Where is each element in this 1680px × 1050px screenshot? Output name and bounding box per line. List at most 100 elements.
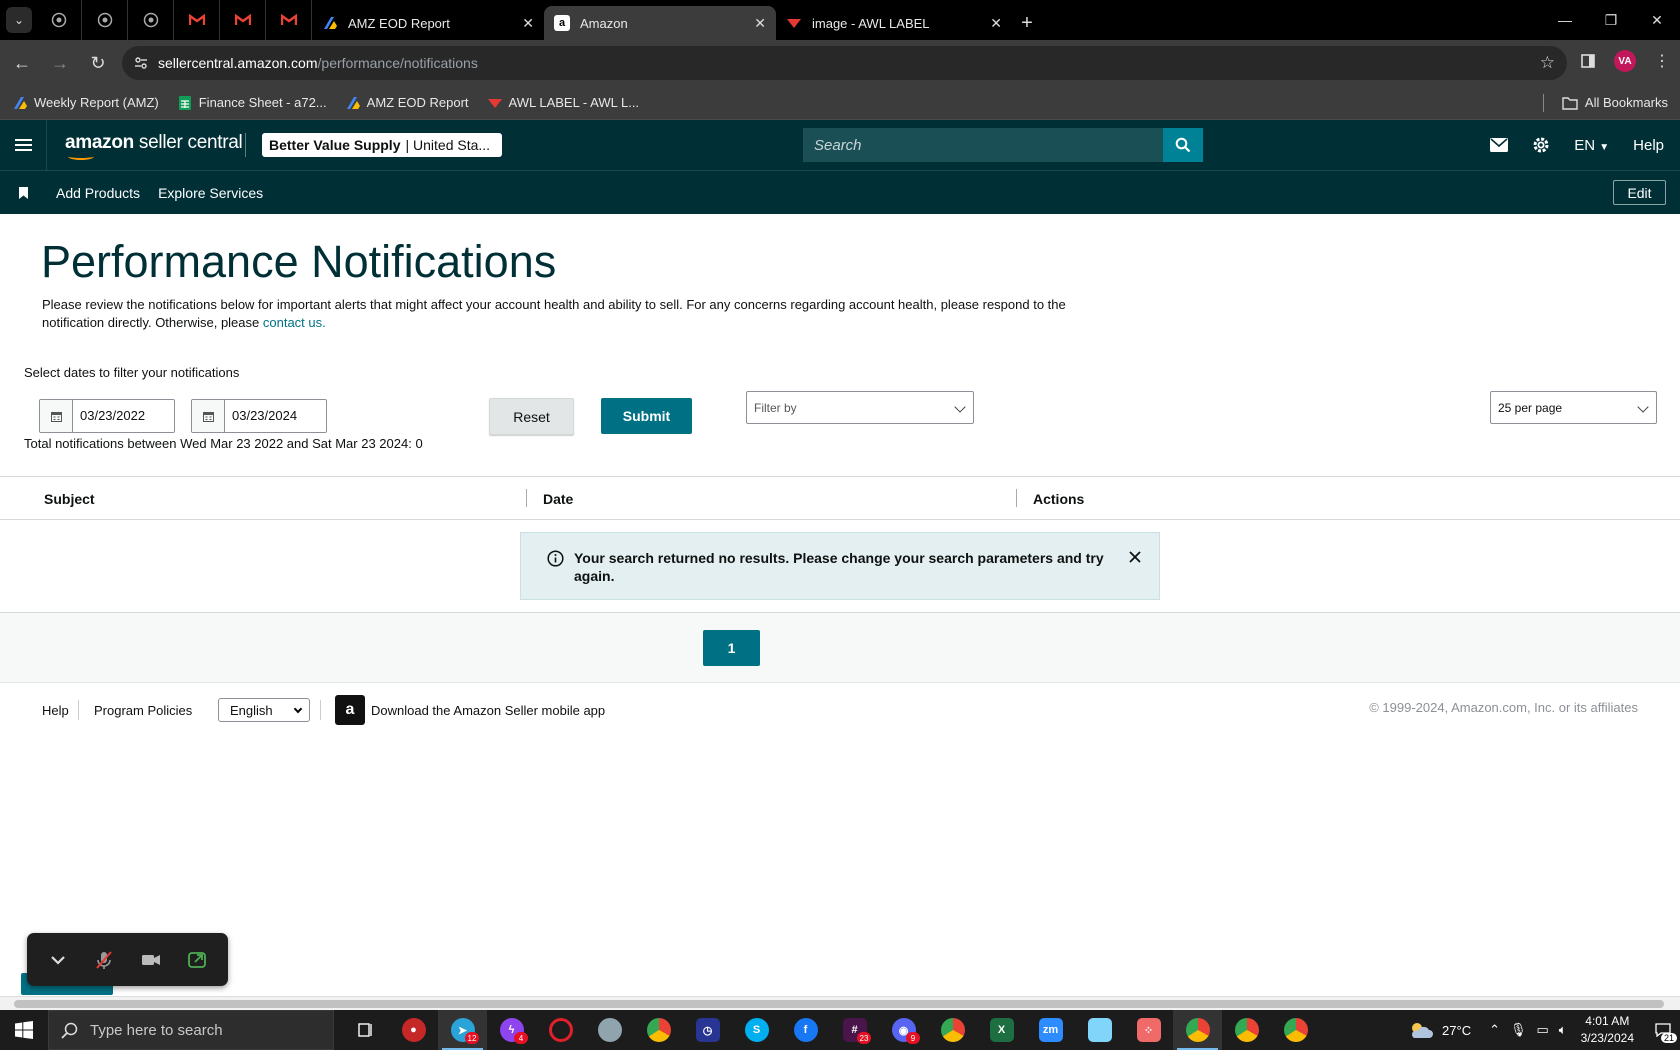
search-button[interactable]: [1163, 128, 1203, 162]
mail-icon[interactable]: [1490, 138, 1509, 152]
taskbar-app-chrome-active[interactable]: [1173, 1010, 1222, 1050]
taskbar-app-facebook[interactable]: f: [781, 1010, 830, 1050]
taskbar-app-excel[interactable]: X: [977, 1010, 1026, 1050]
bookmark-icon[interactable]: [19, 186, 28, 199]
taskbar-app-pinned[interactable]: [585, 1010, 634, 1050]
notification-center-icon[interactable]: 21: [1646, 1010, 1680, 1050]
page-button-current[interactable]: 1: [703, 630, 760, 666]
tab-pinned-2[interactable]: [82, 0, 128, 40]
mic-muted-icon[interactable]: [93, 949, 115, 971]
taskbar-app-zoom[interactable]: zm: [1026, 1010, 1075, 1050]
side-panel-icon[interactable]: [1580, 53, 1596, 69]
taskbar-app-messenger[interactable]: ϟ4: [487, 1010, 536, 1050]
gear-icon[interactable]: [1532, 136, 1550, 154]
taskbar-app-discord[interactable]: ◉ 9: [879, 1010, 928, 1050]
calendar-icon[interactable]: [192, 400, 225, 432]
profile-avatar[interactable]: VA: [1614, 50, 1636, 72]
footer-program-policies-link[interactable]: Program Policies: [94, 703, 192, 718]
nav-explore-services[interactable]: Explore Services: [158, 185, 263, 201]
window-close-icon[interactable]: ✕: [1634, 0, 1680, 40]
scrollbar-thumb[interactable]: [14, 1000, 1664, 1008]
start-date-picker[interactable]: 03/23/2022: [39, 399, 175, 433]
taskbar-app-telegram[interactable]: ➤ 12: [438, 1010, 487, 1050]
kebab-menu-icon[interactable]: ⋮: [1654, 51, 1670, 71]
amazon-app-icon[interactable]: a: [335, 695, 365, 725]
windows-start-icon[interactable]: [0, 1010, 48, 1050]
search-input[interactable]: [803, 128, 1163, 162]
taskbar-app-chrome-3[interactable]: [1271, 1010, 1320, 1050]
taskbar-app-slack[interactable]: #23: [830, 1010, 879, 1050]
calendar-icon[interactable]: [40, 400, 73, 432]
close-icon[interactable]: [1127, 549, 1143, 565]
taskbar-app-chrome[interactable]: [634, 1010, 683, 1050]
taskbar-task-view[interactable]: [340, 1010, 389, 1050]
weather-widget[interactable]: 27°C: [1408, 1020, 1471, 1040]
account-switcher[interactable]: Better Value Supply | United Sta...: [262, 133, 502, 157]
filter-by-dropdown[interactable]: Filter by: [746, 391, 974, 424]
edit-nav-button[interactable]: Edit: [1613, 180, 1666, 205]
column-date[interactable]: Date: [543, 491, 573, 507]
help-link[interactable]: Help: [1633, 137, 1664, 154]
bookmark-star-icon[interactable]: ☆: [1540, 53, 1555, 73]
seller-central-logo[interactable]: amazon seller central: [65, 132, 243, 154]
search-icon: [1175, 137, 1191, 153]
end-date-picker[interactable]: 03/23/2024: [191, 399, 327, 433]
reset-button[interactable]: Reset: [489, 398, 574, 435]
microphone-icon[interactable]: 🎙︎: [1510, 1022, 1527, 1038]
back-icon[interactable]: ←: [6, 47, 38, 79]
chevron-up-icon[interactable]: ⌃: [1489, 1022, 1500, 1038]
tab-amazon[interactable]: a Amazon ✕: [544, 6, 776, 40]
footer-help-link[interactable]: Help: [42, 703, 69, 718]
reload-icon[interactable]: ↻: [82, 47, 114, 79]
taskbar-app-notes[interactable]: [1075, 1010, 1124, 1050]
forward-icon[interactable]: →: [44, 47, 76, 79]
tab-pinned-3[interactable]: [128, 0, 174, 40]
volume-icon[interactable]: 🔈︎: [1559, 1022, 1567, 1038]
taskbar-app-asana[interactable]: ⁘: [1124, 1010, 1173, 1050]
share-screen-icon[interactable]: [186, 949, 208, 971]
close-icon[interactable]: ✕: [522, 15, 534, 32]
bookmark-finance-sheet[interactable]: Finance Sheet - a72...: [177, 95, 327, 111]
contact-us-link[interactable]: contact us.: [263, 315, 326, 330]
address-bar[interactable]: sellercentral.amazon.com/performance/not…: [122, 46, 1567, 80]
taskbar-app-chrome-profile[interactable]: [928, 1010, 977, 1050]
taskbar-app-recorder[interactable]: ●: [389, 1010, 438, 1050]
taskbar-app-chrome-2[interactable]: [1222, 1010, 1271, 1050]
mobile-app-link[interactable]: Download the Amazon Seller mobile app: [371, 703, 605, 718]
tab-search-button[interactable]: ⌄: [6, 7, 32, 33]
language-selector[interactable]: EN ▼: [1574, 137, 1609, 154]
submit-button[interactable]: Submit: [601, 398, 692, 434]
taskbar-app-clock[interactable]: ◷: [683, 1010, 732, 1050]
hamburger-menu-icon[interactable]: [0, 120, 47, 170]
tab-awl-label[interactable]: image - AWL LABEL ✕: [776, 6, 1012, 40]
minimize-icon[interactable]: —: [1542, 0, 1588, 40]
taskbar-app-opera[interactable]: [536, 1010, 585, 1050]
taskbar-search-box[interactable]: Type here to search: [48, 1010, 334, 1050]
bookmark-amz-eod-report[interactable]: AMZ EOD Report: [345, 95, 469, 111]
taskbar-app-skype[interactable]: S: [732, 1010, 781, 1050]
bookmark-weekly-report[interactable]: Weekly Report (AMZ): [12, 95, 159, 111]
close-icon[interactable]: ✕: [990, 15, 1002, 32]
network-icon[interactable]: ▭: [1537, 1022, 1549, 1038]
bookmark-awl-label[interactable]: AWL LABEL - AWL L...: [487, 95, 639, 111]
close-icon[interactable]: ✕: [754, 15, 766, 32]
tab-gmail-1[interactable]: [174, 0, 220, 40]
tab-pinned-1[interactable]: [36, 0, 82, 40]
chevron-down-icon[interactable]: [47, 949, 69, 971]
footer-language-select[interactable]: English: [218, 698, 310, 722]
tab-gmail-2[interactable]: [220, 0, 266, 40]
camera-icon[interactable]: [140, 949, 162, 971]
tab-amz-eod-report[interactable]: AMZ EOD Report ✕: [312, 6, 544, 40]
column-subject[interactable]: Subject: [44, 491, 95, 507]
tray-icons: ⌃ 🎙︎ ▭ 🔈︎: [1489, 1022, 1567, 1038]
all-bookmarks-button[interactable]: All Bookmarks: [1562, 95, 1668, 110]
new-tab-button[interactable]: +: [1012, 6, 1042, 40]
restore-icon[interactable]: ❐: [1588, 0, 1634, 40]
site-settings-icon[interactable]: [134, 56, 148, 70]
nav-add-products[interactable]: Add Products: [56, 185, 140, 201]
tab-gmail-3[interactable]: [266, 0, 312, 40]
horizontal-scrollbar[interactable]: [0, 996, 1680, 1010]
per-page-dropdown[interactable]: 25 per page: [1490, 391, 1657, 424]
start-date-value: 03/23/2022: [80, 408, 146, 423]
system-clock[interactable]: 4:01 AM 3/23/2024: [1581, 1013, 1634, 1047]
